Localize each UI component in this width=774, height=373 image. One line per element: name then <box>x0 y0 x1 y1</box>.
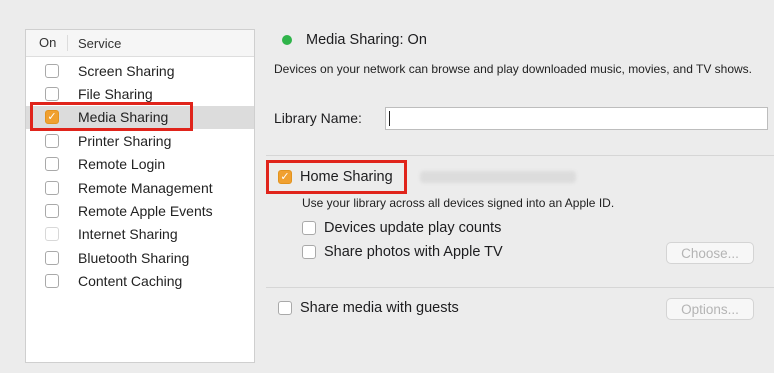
home-sharing-checkbox[interactable] <box>278 170 292 184</box>
play-counts-checkbox[interactable] <box>302 221 316 235</box>
service-label: Remote Management <box>78 179 213 196</box>
column-header-service[interactable]: Service <box>68 36 121 51</box>
service-label: File Sharing <box>78 86 153 103</box>
service-label: Remote Apple Events <box>78 203 213 220</box>
service-row-bluetooth-sharing[interactable]: Bluetooth Sharing <box>26 246 254 269</box>
service-checkbox[interactable] <box>45 180 59 195</box>
home-sharing-description: Use your library across all devices sign… <box>302 196 615 210</box>
share-photos-label: Share photos with Apple TV <box>324 244 503 260</box>
divider <box>266 287 774 288</box>
redacted-account <box>420 171 576 183</box>
share-photos-row[interactable]: Share photos with Apple TV <box>302 244 503 260</box>
service-checkbox[interactable] <box>45 274 59 289</box>
text-caret <box>389 111 390 126</box>
media-sharing-description: Devices on your network can browse and p… <box>274 62 753 76</box>
service-checkbox[interactable] <box>45 227 59 242</box>
service-label: Internet Sharing <box>78 226 178 243</box>
service-row-printer-sharing[interactable]: Printer Sharing <box>26 129 254 152</box>
service-checkbox[interactable] <box>45 110 59 125</box>
choose-button[interactable]: Choose... <box>666 242 754 264</box>
service-label: Screen Sharing <box>78 62 175 79</box>
service-checkbox[interactable] <box>45 250 59 265</box>
services-list: On Service Screen Sharing File Sharing M… <box>25 29 255 363</box>
library-name-label: Library Name: <box>274 110 362 126</box>
service-row-internet-sharing[interactable]: Internet Sharing <box>26 223 254 246</box>
home-sharing-row[interactable]: Home Sharing <box>278 169 393 185</box>
service-row-remote-apple-events[interactable]: Remote Apple Events <box>26 199 254 222</box>
service-row-remote-management[interactable]: Remote Management <box>26 176 254 199</box>
play-counts-label: Devices update play counts <box>324 220 502 236</box>
column-header-on[interactable]: On <box>26 35 68 51</box>
service-checkbox[interactable] <box>45 133 59 148</box>
service-row-screen-sharing[interactable]: Screen Sharing <box>26 59 254 82</box>
service-label: Printer Sharing <box>78 132 172 149</box>
divider <box>266 155 774 156</box>
guests-row[interactable]: Share media with guests <box>278 300 459 316</box>
status-row: Media Sharing: On <box>282 29 427 51</box>
service-label: Content Caching <box>78 273 183 290</box>
service-checkbox[interactable] <box>45 87 59 102</box>
service-row-content-caching[interactable]: Content Caching <box>26 270 254 293</box>
play-counts-row[interactable]: Devices update play counts <box>302 220 501 236</box>
share-photos-checkbox[interactable] <box>302 245 316 259</box>
service-label: Bluetooth Sharing <box>78 249 190 266</box>
service-label: Media Sharing <box>78 109 169 126</box>
service-row-file-sharing[interactable]: File Sharing <box>26 82 254 105</box>
services-list-header: On Service <box>26 30 254 57</box>
status-text: Media Sharing: On <box>306 32 427 48</box>
service-checkbox[interactable] <box>45 157 59 172</box>
home-sharing-label: Home Sharing <box>300 169 393 185</box>
share-guests-checkbox[interactable] <box>278 301 292 315</box>
service-checkbox[interactable] <box>45 63 59 78</box>
service-row-media-sharing[interactable]: Media Sharing <box>26 105 254 130</box>
share-guests-label: Share media with guests <box>300 300 459 316</box>
library-name-input[interactable] <box>385 107 768 130</box>
status-indicator-icon <box>282 35 292 45</box>
service-label: Remote Login <box>78 156 166 173</box>
service-checkbox[interactable] <box>45 204 59 219</box>
service-row-remote-login[interactable]: Remote Login <box>26 153 254 176</box>
options-button[interactable]: Options... <box>666 298 754 320</box>
